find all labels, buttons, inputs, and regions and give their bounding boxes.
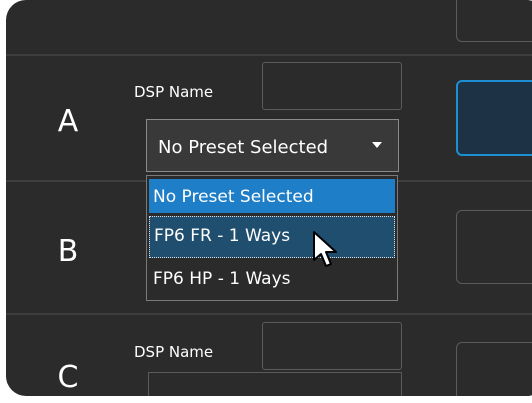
preset-option[interactable]: FP6 HP - 1 Ways bbox=[149, 261, 395, 297]
row-c-preset-select[interactable] bbox=[148, 372, 402, 396]
preset-select-value: No Preset Selected bbox=[158, 137, 329, 158]
row-letter-b: B bbox=[57, 234, 79, 269]
row-letter-c: C bbox=[57, 360, 79, 395]
chevron-down-icon bbox=[372, 142, 382, 148]
dsp-name-label: DSP Name bbox=[134, 343, 214, 361]
row-b-action-button[interactable] bbox=[456, 210, 532, 284]
preset-option-label: No Preset Selected bbox=[153, 187, 314, 207]
preset-dropdown-list: No Preset Selected FP6 FR - 1 Ways FP6 H… bbox=[146, 175, 398, 301]
row-divider bbox=[6, 313, 532, 315]
mouse-cursor-icon bbox=[313, 231, 337, 267]
row-c-action-button[interactable] bbox=[456, 342, 532, 396]
screenshot-frame: A DSP Name B C DSP Name No Preset Select… bbox=[0, 0, 532, 403]
row-a-action-button[interactable] bbox=[456, 80, 532, 156]
dsp-name-label: DSP Name bbox=[134, 83, 214, 101]
preset-option-label: FP6 HP - 1 Ways bbox=[153, 269, 291, 289]
row-divider bbox=[6, 54, 532, 56]
preset-select[interactable]: No Preset Selected bbox=[146, 119, 399, 172]
dsp-name-input[interactable] bbox=[262, 62, 402, 110]
preset-option-label: FP6 FR - 1 Ways bbox=[154, 226, 291, 246]
preset-option[interactable]: FP6 FR - 1 Ways bbox=[149, 216, 395, 258]
dsp-name-input[interactable] bbox=[262, 322, 402, 370]
top-row-button[interactable] bbox=[456, 0, 532, 42]
preset-option[interactable]: No Preset Selected bbox=[149, 179, 395, 213]
row-letter-a: A bbox=[57, 104, 79, 139]
